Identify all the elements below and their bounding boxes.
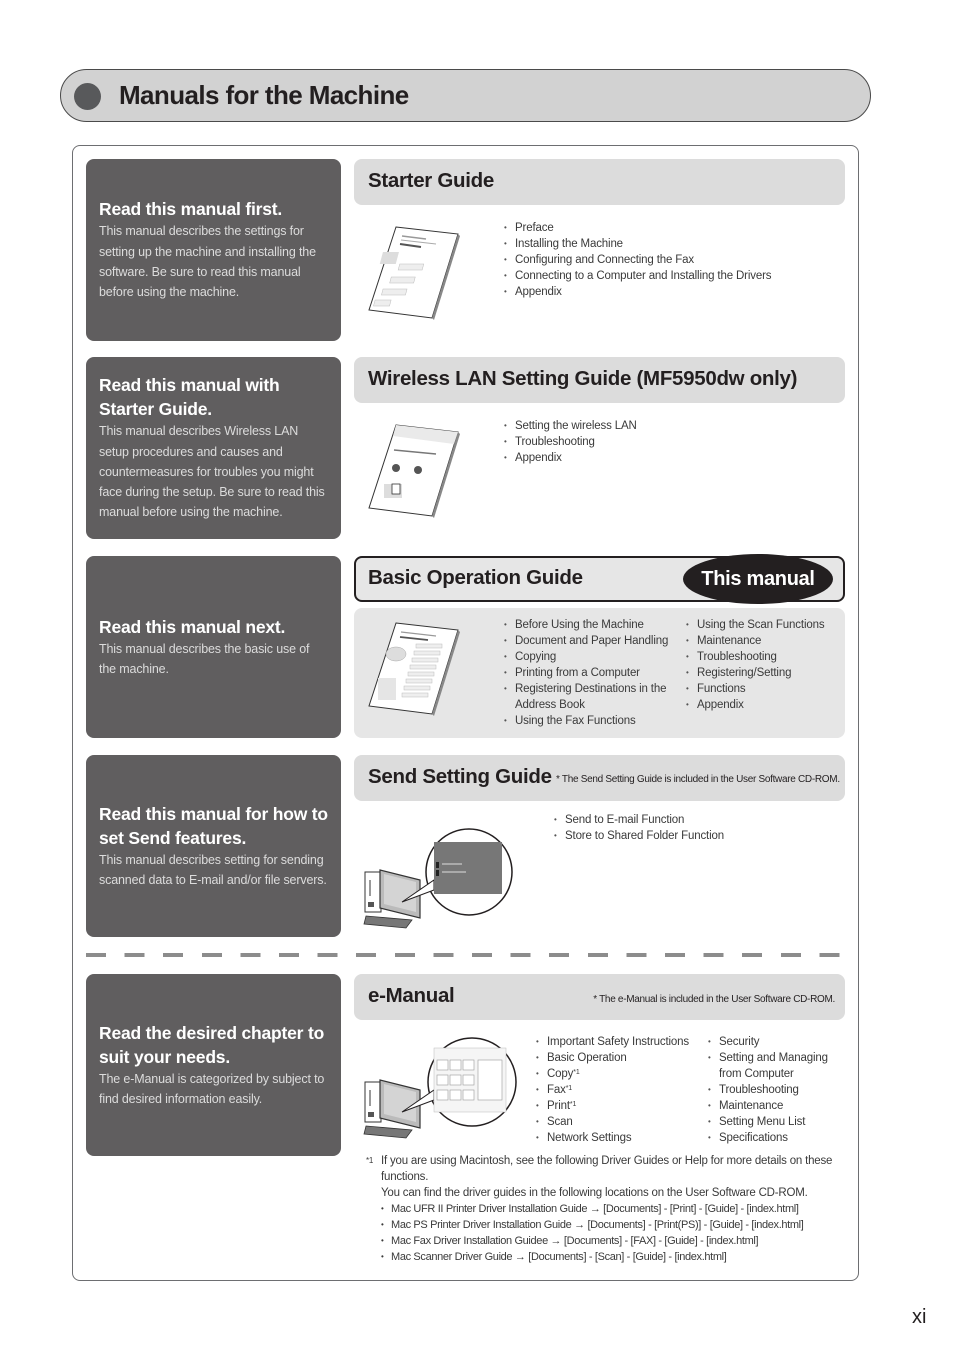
list-item: Configuring and Connecting the Fax (504, 252, 771, 268)
list-item: Troubleshooting (686, 649, 824, 665)
list-item: Troubleshooting (504, 434, 637, 450)
basic-guide-contents-col2: Using the Scan Functions Maintenance Tro… (686, 617, 825, 713)
emanual-contents-col1: Important Safety Instructions Basic Oper… (536, 1034, 706, 1146)
list-item: Registering/Setting (686, 665, 824, 681)
emanual-contents-col2: Security Setting and Managing from Compu… (708, 1034, 843, 1146)
guide-note: * The e-Manual is included in the User S… (593, 994, 835, 1005)
list-item: Registering Destinations in the Address … (504, 681, 679, 713)
list-item: Security (708, 1034, 843, 1050)
guide-title: Basic Operation Guide (368, 566, 583, 589)
list-item: Scan (536, 1114, 706, 1130)
list-item: Network Settings (536, 1130, 706, 1146)
guidance-heading: Read this manual first. (99, 199, 283, 220)
basic-operation-guide-book-icon (368, 622, 460, 716)
guidance-heading: Read this manual for how to set Send fea… (99, 803, 328, 848)
guide-header-send: Send Setting Guide * The Send Setting Gu… (354, 755, 845, 801)
footnote-ref: *1 (569, 1101, 577, 1108)
list-item: Print*1 (536, 1098, 706, 1114)
driver-guide-paths: Mac UFR II Printer Driver Installation G… (366, 1201, 846, 1265)
guide-title: Send Setting Guide (368, 765, 552, 788)
computer-screen-icon (363, 1037, 517, 1139)
page-title: Manuals for the Machine (119, 80, 409, 110)
computer-screen-icon (363, 828, 513, 929)
list-item: Document and Paper Handling (504, 633, 684, 649)
list-item: Troubleshooting (708, 1082, 843, 1098)
send-guide-contents: Send to E-mail Function Store to Shared … (554, 812, 724, 844)
guidance-description: This manual describes the basic use of t… (99, 641, 310, 676)
list-item: Setting and Managing from Computer (708, 1050, 843, 1082)
guidance-description: The e-Manual is categorized by subject t… (99, 1071, 325, 1106)
guide-title: Starter Guide (368, 169, 494, 192)
list-item: Appendix (686, 697, 824, 713)
wireless-lan-guide-book-icon (368, 424, 460, 518)
footnote: *1 If you are using Macintosh, see the f… (366, 1153, 846, 1265)
guide-header-wireless: Wireless LAN Setting Guide (MF5950dw onl… (354, 357, 845, 403)
footnote-ref: *1 (565, 1085, 573, 1092)
list-item: Copy*1 (536, 1066, 706, 1082)
reading-guidance-send: Read this manual for how to set Send fea… (86, 755, 341, 937)
guidance-description: This manual describes setting for sendin… (99, 852, 327, 887)
guide-title: e-Manual (368, 984, 455, 1007)
footnote-ref: *1 (573, 1069, 580, 1076)
list-item: Store to Shared Folder Function (554, 828, 724, 844)
list-item: Connecting to a Computer and Installing … (504, 268, 772, 284)
this-manual-badge: This manual (683, 554, 833, 604)
list-item: Fax*1 (536, 1082, 706, 1098)
basic-guide-contents-col1: Before Using the Machine Document and Pa… (504, 617, 684, 729)
list-item: Using the Scan Functions (686, 617, 825, 633)
list-item: Appendix (504, 450, 637, 466)
bullet-circle-icon (74, 83, 101, 110)
list-item: Mac PS Printer Driver Installation Guide… (381, 1217, 846, 1233)
guidance-heading: Read this manual with Starter Guide. (99, 375, 280, 420)
list-item: Before Using the Machine (504, 617, 684, 633)
page-number: xi (912, 1306, 927, 1328)
list-item: Installing the Machine (504, 236, 771, 252)
footnote-text: If you are using Macintosh, see the foll… (381, 1155, 833, 1183)
guidance-description: This manual describes Wireless LAN setup… (99, 424, 325, 520)
list-item: Basic Operation (536, 1050, 706, 1066)
guide-header-basic: Basic Operation Guide This manual (354, 554, 845, 604)
list-item: Printing from a Computer (504, 665, 684, 681)
starter-guide-contents: Preface Installing the Machine Configuri… (504, 220, 772, 300)
list-item: Copying (504, 649, 684, 665)
list-item: Functions (686, 681, 824, 697)
list-item: Mac UFR II Printer Driver Installation G… (381, 1201, 846, 1217)
reading-guidance-wireless: Read this manual with Starter Guide. Thi… (86, 357, 341, 539)
page-header: Manuals for the Machine (60, 69, 871, 122)
reading-guidance-emanual: Read the desired chapter to suit your ne… (86, 974, 341, 1156)
list-item: Important Safety Instructions (536, 1034, 706, 1050)
list-item: Setting Menu List (708, 1114, 843, 1130)
list-item: Maintenance (708, 1098, 843, 1114)
guide-header-emanual: e-Manual * The e-Manual is included in t… (354, 974, 845, 1020)
section-divider (86, 953, 845, 957)
starter-guide-book-icon (368, 226, 460, 320)
list-item: Setting the wireless LAN (504, 418, 637, 434)
reading-guidance-basic: Read this manual next. This manual descr… (86, 556, 341, 738)
guidance-heading: Read the desired chapter to suit your ne… (99, 1022, 325, 1067)
guidance-heading: Read this manual next. (99, 616, 286, 637)
list-item: Maintenance (686, 633, 824, 649)
footnote-text: You can find the driver guides in the fo… (381, 1187, 808, 1199)
list-item: Appendix (504, 284, 771, 300)
list-item: Specifications (708, 1130, 843, 1146)
list-item: Using the Fax Functions (504, 713, 684, 729)
guide-title: Wireless LAN Setting Guide (MF5950dw onl… (368, 367, 798, 390)
wireless-guide-contents: Setting the wireless LAN Troubleshooting… (504, 418, 637, 466)
list-item: Send to E-mail Function (554, 812, 724, 828)
list-item: Mac Scanner Driver Guide → [Documents] -… (381, 1249, 846, 1265)
footnote-mark: *1 (366, 1156, 374, 1165)
guide-note: * The Send Setting Guide is included in … (556, 774, 840, 785)
reading-guidance-starter: Read this manual first. This manual desc… (86, 159, 341, 341)
guide-header-starter: Starter Guide (354, 159, 845, 205)
guidance-description: This manual describes the settings for s… (99, 224, 316, 300)
list-item: Mac Fax Driver Installation Guidee → [Do… (381, 1233, 846, 1249)
list-item: Preface (504, 220, 771, 236)
